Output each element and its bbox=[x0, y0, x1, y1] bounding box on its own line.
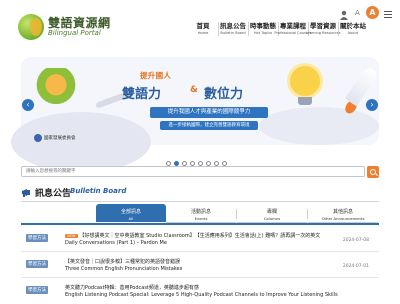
tab-events-label: 活動訊息 bbox=[190, 209, 211, 215]
banner-headline-ampersand: & bbox=[190, 85, 198, 95]
tab-other-label-en: Other Announcements bbox=[321, 216, 365, 221]
search-button[interactable] bbox=[367, 166, 379, 178]
tab-all-label-en: All bbox=[128, 216, 134, 221]
banner-cloud-decoration bbox=[11, 112, 151, 172]
nav-about[interactable]: 關於本站 About bbox=[330, 20, 376, 36]
lightbulb-illustration bbox=[290, 66, 320, 96]
megaphone-icon bbox=[22, 189, 30, 197]
list-item-title: 【英文發音｜口說很多糗】三種常犯的英語發音錯誤 bbox=[65, 259, 181, 265]
tab-all-label: 全部訊息 bbox=[120, 209, 141, 215]
tab-events-label-en: Events bbox=[194, 216, 208, 221]
list-item-date: 2024-07-08 bbox=[342, 238, 369, 243]
font-size-small-button[interactable]: A bbox=[355, 9, 360, 17]
search-input[interactable] bbox=[21, 166, 365, 177]
row-divider bbox=[21, 277, 379, 278]
list-item-title-en: Daily Conversations (Part 1) – Pardon Me bbox=[65, 240, 167, 246]
carousel-indicators bbox=[166, 151, 230, 166]
carousel-next-button[interactable]: › bbox=[366, 99, 378, 111]
menu-icon[interactable] bbox=[384, 11, 392, 20]
lightbulb-base-illustration bbox=[298, 97, 312, 105]
nav-about-label: 關於本站 bbox=[340, 22, 366, 30]
ministry-name: 國家發展委員會 bbox=[44, 136, 76, 141]
tab-all[interactable]: 全部訊息 All bbox=[96, 204, 166, 222]
list-item-title: 英文聽力Podcast特輯：善用Podcast頻道，英聽進步超有感 bbox=[65, 285, 199, 291]
category-badge: 學習方法 bbox=[26, 234, 48, 242]
banner-tagline-2: 進一步接軌國際，建立完善雙語教育環境 bbox=[160, 121, 258, 130]
list-item[interactable]: 學習方法 英文聽力Podcast特輯：善用Podcast頻道，英聽進步超有感 E… bbox=[21, 280, 379, 304]
banner-headline-digital: 數位力 bbox=[204, 87, 244, 102]
list-item-title-en: Three Common English Pronunciation Mista… bbox=[65, 266, 183, 272]
banner-headline-top: 提升國人 bbox=[140, 71, 172, 80]
list-item-title-text: 【好想講英文｜空中英語教室 Studio Classroom】 【生活應用系列】… bbox=[79, 233, 321, 239]
tab-other-label: 其他訊息 bbox=[332, 209, 353, 215]
tab-underline bbox=[21, 223, 379, 225]
bulletin-title: 訊息公告 bbox=[35, 189, 72, 199]
tab-other[interactable]: 其他訊息 Other Announcements bbox=[308, 204, 378, 223]
banner-tagline-1: 提升我國人才與產業的國際競爭力 bbox=[150, 107, 268, 118]
tab-events[interactable]: 活動訊息 Events bbox=[166, 204, 236, 223]
bulletin-divider bbox=[21, 201, 379, 202]
category-badge: 學習方法 bbox=[26, 286, 48, 294]
list-item[interactable]: 學習方法 NEW 【好想講英文｜空中英語教室 Studio Classroom】 … bbox=[21, 228, 379, 252]
tab-columns[interactable]: 專欄 Columns bbox=[237, 204, 307, 223]
font-size-large-button[interactable]: A bbox=[366, 6, 379, 19]
category-badge: 學習方法 bbox=[26, 260, 48, 268]
tab-columns-label: 專欄 bbox=[266, 209, 277, 215]
carousel-prev-button[interactable]: ‹ bbox=[22, 99, 34, 111]
site-subtitle: Bilingual Portal bbox=[48, 29, 101, 37]
book-tree-illustration bbox=[32, 68, 80, 110]
banner-cloud-decoration bbox=[259, 107, 379, 145]
tab-columns-label-en: Columns bbox=[263, 216, 281, 221]
site-logo[interactable] bbox=[18, 14, 44, 40]
list-item-title-en: English Listening Podcast Special: Lever… bbox=[65, 292, 338, 298]
list-item-date: 2024-07-01 bbox=[342, 264, 369, 269]
ministry-logo-icon bbox=[34, 134, 42, 142]
list-item-title: NEW 【好想講英文｜空中英語教室 Studio Classroom】 【生活應用… bbox=[65, 232, 320, 239]
nav-about-label-en: About bbox=[347, 31, 359, 35]
banner-headline-bilingual: 雙語力 bbox=[122, 87, 162, 102]
bulletin-title-en: Bulletin Board bbox=[70, 187, 127, 195]
new-badge: NEW bbox=[65, 234, 78, 238]
user-icon[interactable] bbox=[340, 10, 348, 20]
list-item[interactable]: 學習方法 【英文發音｜口說很多糗】三種常犯的英語發音錯誤 Three Commo… bbox=[21, 254, 379, 278]
row-divider bbox=[21, 251, 379, 252]
